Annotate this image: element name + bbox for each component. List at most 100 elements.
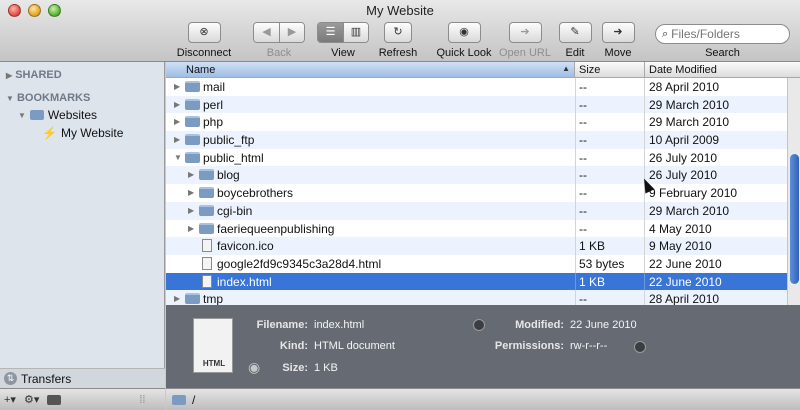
list-item[interactable]: favicon.ico 1 KB 9 May 2010 bbox=[166, 237, 800, 255]
list-item[interactable]: ▶ faeriequeenpublishing -- 4 May 2010 bbox=[166, 219, 800, 238]
sidebar-item-my-website[interactable]: ⚡ My Website bbox=[42, 126, 123, 140]
scrollbar-thumb[interactable] bbox=[790, 154, 799, 284]
folder-icon bbox=[185, 98, 200, 110]
pencil-icon: ✎ bbox=[570, 26, 580, 38]
open-url-button[interactable]: ➔ Open URL bbox=[498, 22, 552, 59]
list-item[interactable]: ▶ perl -- 29 March 2010 bbox=[166, 95, 800, 114]
back-forward-control[interactable]: ◀ ▶ Back bbox=[253, 22, 305, 59]
file-rows: ▶ mail -- 28 April 2010 ▶ perl -- 29 Mar… bbox=[166, 78, 800, 305]
folder-icon bbox=[185, 116, 200, 128]
list-item[interactable]: google2fd9c9345c3a28d4.html 53 bytes 22 … bbox=[166, 254, 800, 273]
list-item[interactable]: ▶ cgi-bin -- 29 March 2010 bbox=[166, 201, 800, 220]
modified-label: Modified: bbox=[515, 319, 564, 331]
disclosure-triangle-icon[interactable]: ▶ bbox=[188, 224, 194, 233]
forward-arrow-icon[interactable]: ▶ bbox=[279, 23, 304, 42]
filename-label: Filename: bbox=[256, 319, 308, 331]
list-item[interactable]: ▶ mail -- 28 April 2010 bbox=[166, 78, 800, 96]
open-url-icon: ➔ bbox=[520, 26, 530, 38]
size-label: Size: bbox=[282, 362, 308, 374]
disclosure-triangle-icon[interactable]: ▶ bbox=[188, 170, 194, 179]
list-item-selected[interactable]: index.html 1 KB 22 June 2010 bbox=[166, 272, 800, 291]
resize-handle-icon[interactable]: ⁞⁞ bbox=[139, 394, 145, 406]
file-icon bbox=[202, 274, 212, 288]
column-header: Name ▲ Size Date Modified bbox=[166, 62, 800, 78]
file-info-pane: HTML ◉ Filename: index.html Kind: HTML d… bbox=[166, 305, 800, 388]
list-item[interactable]: ▶ boycebrothers -- 9 February 2010 bbox=[166, 184, 800, 202]
folder-icon bbox=[185, 151, 200, 163]
edit-permissions-icon[interactable] bbox=[634, 341, 646, 353]
vertical-scrollbar[interactable] bbox=[787, 78, 800, 305]
move-arrow-icon: ➜ bbox=[613, 26, 623, 38]
disclosure-triangle-icon[interactable]: ▼ bbox=[174, 153, 182, 162]
transfers-icon: ⇅ bbox=[4, 372, 17, 385]
permissions-value: rw-r--r-- bbox=[570, 340, 608, 352]
disclosure-triangle-icon[interactable]: ▶ bbox=[6, 71, 12, 80]
disclosure-triangle-icon[interactable]: ▼ bbox=[18, 111, 26, 120]
disconnect-icon: ⊗ bbox=[199, 26, 209, 38]
toolbar: My Website ⊗ Disconnect ◀ ▶ Back ☰ ▥ Vie… bbox=[0, 0, 800, 62]
folder-icon bbox=[199, 169, 214, 181]
list-item[interactable]: ▶ tmp -- 28 April 2010 bbox=[166, 290, 800, 305]
size-value: 1 KB bbox=[314, 362, 338, 374]
list-item[interactable]: ▶ public_ftp -- 10 April 2009 bbox=[166, 131, 800, 149]
disclosure-triangle-icon[interactable]: ▶ bbox=[188, 188, 194, 197]
list-item[interactable]: ▼ public_html -- 26 July 2010 bbox=[166, 148, 800, 167]
current-path[interactable]: / bbox=[192, 393, 195, 407]
folder-icon bbox=[185, 293, 200, 305]
folder-icon bbox=[172, 394, 186, 405]
search-icon: ⌕ bbox=[662, 27, 669, 40]
folder-icon bbox=[185, 81, 200, 92]
sort-ascending-icon: ▲ bbox=[562, 64, 570, 73]
disclosure-triangle-icon[interactable]: ▶ bbox=[188, 206, 194, 215]
sidebar-shared-header[interactable]: ▶ SHARED bbox=[6, 69, 62, 81]
gear-icon[interactable]: ⚙▾ bbox=[24, 393, 39, 406]
path-bar[interactable]: / bbox=[166, 388, 800, 410]
disclosure-triangle-icon[interactable]: ▼ bbox=[6, 94, 14, 103]
move-button[interactable]: ➜ Move bbox=[600, 22, 636, 59]
edit-button[interactable]: ✎ Edit bbox=[557, 22, 593, 59]
column-view-icon[interactable]: ▥ bbox=[343, 23, 368, 42]
list-item[interactable]: ▶ blog -- 26 July 2010 bbox=[166, 166, 800, 185]
folder-icon bbox=[199, 204, 214, 216]
add-bookmark-icon[interactable]: +▾ bbox=[4, 393, 16, 406]
sidebar-item-websites[interactable]: ▼ Websites bbox=[18, 108, 97, 122]
folder-icon bbox=[29, 110, 44, 120]
sidebar-bottom-bar: +▾ ⚙▾ ⁞⁞ bbox=[0, 388, 165, 410]
list-item[interactable]: ▶ php -- 29 March 2010 bbox=[166, 113, 800, 132]
folder-icon[interactable] bbox=[47, 394, 62, 405]
disclosure-triangle-icon[interactable]: ▶ bbox=[174, 294, 180, 303]
list-view-icon[interactable]: ☰ bbox=[318, 23, 343, 42]
sidebar: ▶ SHARED ▼ BOOKMARKS ▼ Websites ⚡ My Web… bbox=[0, 62, 165, 388]
disclosure-triangle-icon[interactable]: ▶ bbox=[174, 100, 180, 109]
folder-icon bbox=[185, 134, 200, 146]
search-input[interactable] bbox=[671, 27, 782, 41]
window-title: My Website bbox=[366, 3, 434, 18]
disclosure-triangle-icon[interactable]: ▶ bbox=[174, 117, 180, 126]
refresh-button[interactable]: ↻ Refresh bbox=[378, 22, 418, 59]
disconnect-button[interactable]: ⊗ Disconnect bbox=[176, 22, 232, 59]
transfers-toggle[interactable]: ⇅ Transfers bbox=[0, 368, 165, 388]
date-column-header[interactable]: Date Modified bbox=[649, 64, 717, 76]
bookmark-bolt-icon: ⚡ bbox=[42, 126, 57, 140]
back-arrow-icon[interactable]: ◀ bbox=[254, 23, 279, 42]
file-list: Name ▲ Size Date Modified ▶ mail -- 28 A… bbox=[166, 62, 800, 305]
refresh-icon: ↻ bbox=[393, 26, 403, 38]
quick-look-button[interactable]: ◉ Quick Look bbox=[434, 22, 494, 59]
filename-value: index.html bbox=[314, 319, 365, 331]
kind-value: HTML document bbox=[314, 340, 395, 352]
file-icon bbox=[202, 239, 212, 253]
search-label: Search bbox=[705, 47, 740, 59]
disclosure-triangle-icon[interactable]: ▶ bbox=[174, 135, 180, 144]
search-field[interactable]: ⌕ bbox=[655, 24, 790, 44]
file-icon bbox=[202, 256, 212, 270]
modified-value: 22 June 2010 bbox=[570, 319, 637, 331]
permissions-label: Permissions: bbox=[494, 340, 564, 352]
kind-label: Kind: bbox=[279, 340, 308, 352]
folder-icon bbox=[199, 222, 214, 234]
name-column-header[interactable]: Name ▲ bbox=[166, 62, 575, 77]
size-column-header[interactable]: Size bbox=[579, 64, 600, 76]
sidebar-bookmarks-header[interactable]: ▼ BOOKMARKS bbox=[6, 92, 90, 104]
folder-icon bbox=[199, 187, 214, 199]
view-control[interactable]: ☰ ▥ View bbox=[317, 22, 369, 59]
disclosure-triangle-icon[interactable]: ▶ bbox=[174, 82, 180, 91]
